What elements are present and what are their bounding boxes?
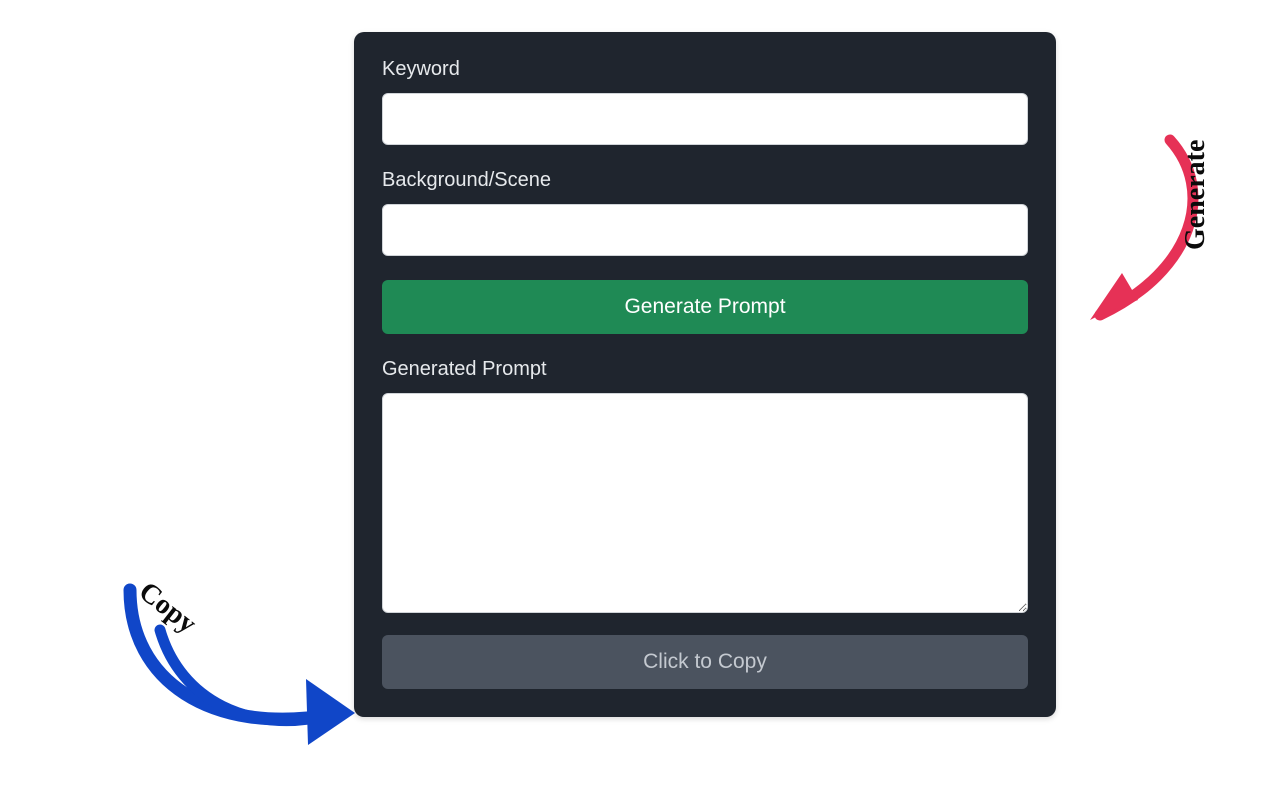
- generate-arrow-icon: [1060, 120, 1240, 360]
- keyword-label: Keyword: [382, 58, 1028, 81]
- copy-button[interactable]: Click to Copy: [382, 635, 1028, 689]
- background-input[interactable]: [382, 204, 1028, 256]
- generate-button[interactable]: Generate Prompt: [382, 280, 1028, 334]
- keyword-input[interactable]: [382, 93, 1028, 145]
- copy-annotation-text: Copy: [132, 576, 202, 640]
- output-label: Generated Prompt: [382, 358, 1028, 381]
- prompt-generator-panel: Keyword Background/Scene Generate Prompt…: [354, 32, 1056, 717]
- background-label: Background/Scene: [382, 169, 1028, 192]
- generate-annotation-text: Generate: [1180, 140, 1212, 250]
- output-textarea[interactable]: [382, 393, 1028, 613]
